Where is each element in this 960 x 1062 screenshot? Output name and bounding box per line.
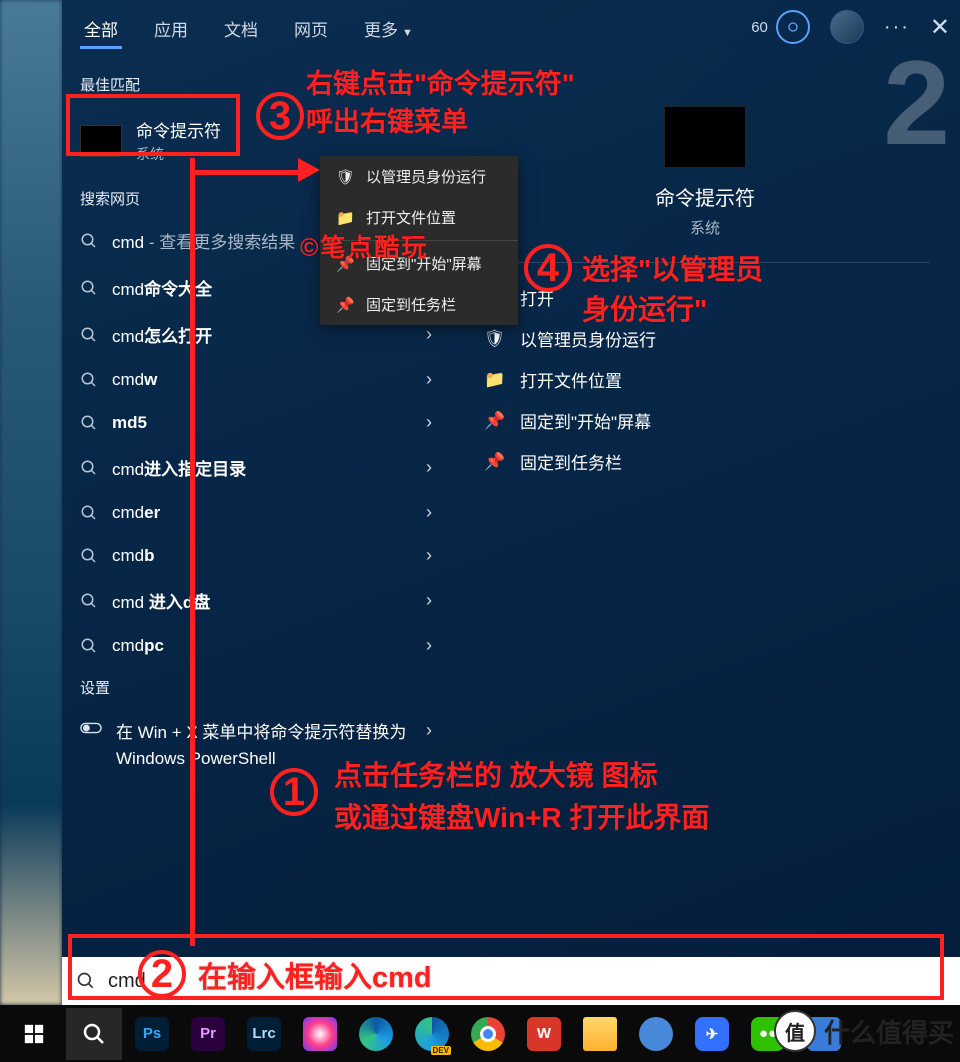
detail-title: 命令提示符 <box>480 182 930 211</box>
watermark-text: 什么值得买 <box>824 1013 954 1050</box>
taskbar-app-browser1[interactable] <box>294 1012 346 1056</box>
tab-web[interactable]: 网页 <box>290 2 332 55</box>
annotation-1-line1: 点击任务栏的 放大镜 图标 <box>334 754 658 794</box>
admin-icon: 🛡 <box>336 168 352 186</box>
pin-icon: 📌 <box>336 296 352 314</box>
web-result-8[interactable]: cmd 进入d盘 › <box>62 577 450 624</box>
annotation-4-line2: 身份运行" <box>582 288 707 328</box>
tab-more[interactable]: 更多▼ <box>360 2 417 55</box>
chevron-right-icon: › <box>426 545 432 566</box>
search-icon <box>80 371 98 389</box>
search-icon <box>82 1022 106 1046</box>
taskbar-app-photoshop[interactable]: Ps <box>126 1012 178 1056</box>
ctx-pin-taskbar[interactable]: 📌 固定到任务栏 <box>320 284 518 325</box>
step-1-badge: 1 <box>270 768 318 816</box>
chevron-right-icon: › <box>426 324 432 345</box>
chevron-right-icon: › <box>426 502 432 523</box>
annotation-3-line1: 右键点击"命令提示符" <box>306 62 575 101</box>
search-icon <box>80 547 98 565</box>
annotation-arrow-horizontal <box>195 170 305 175</box>
detail-cmd-icon <box>664 106 746 168</box>
chevron-right-icon: › <box>426 635 432 656</box>
chevron-right-icon: › <box>426 412 432 433</box>
annotation-4-line1: 选择"以管理员 <box>582 248 763 288</box>
action-open-location[interactable]: 📁 打开文件位置 <box>480 359 930 400</box>
step-badge-2: 2 <box>883 34 950 172</box>
step-3-badge: 3 <box>256 92 304 140</box>
tab-all[interactable]: 全部 <box>80 2 122 55</box>
taskbar-app-feishu[interactable]: ✈ <box>686 1012 738 1056</box>
chevron-right-icon: › <box>426 457 432 478</box>
search-icon <box>80 637 98 655</box>
tab-documents[interactable]: 文档 <box>220 2 262 55</box>
tab-apps[interactable]: 应用 <box>150 2 192 55</box>
search-icon <box>80 232 98 250</box>
section-settings: 设置 <box>62 667 450 706</box>
folder-icon: 📁 <box>336 209 352 227</box>
step-2-badge: 2 <box>138 950 186 998</box>
detail-column: 命令提示符 系统 ⬜ 打开 🛡 以管理员身份运行 📁 打开文件位置 📌 固定到"… <box>450 56 960 1005</box>
taskbar-app-premiere[interactable]: Pr <box>182 1012 234 1056</box>
search-icon <box>80 279 98 297</box>
arrow-head-icon <box>298 158 324 184</box>
chevron-right-icon: › <box>426 590 432 611</box>
user-avatar[interactable] <box>830 10 864 44</box>
action-pin-start[interactable]: 📌 固定到"开始"屏幕 <box>480 400 930 441</box>
annotation-2: 在输入框输入cmd <box>198 954 432 996</box>
web-result-5[interactable]: cmd进入指定目录 › <box>62 444 450 491</box>
watermark-badge: 值 <box>774 1010 816 1052</box>
web-result-6[interactable]: cmder › <box>62 491 450 534</box>
search-icon <box>80 414 98 432</box>
watermark-smzdm: 值 什么值得买 <box>774 1010 954 1052</box>
points-value: 60 <box>751 19 768 36</box>
rewards-badge-icon <box>776 10 810 44</box>
chevron-right-icon: › <box>426 369 432 390</box>
action-pin-taskbar[interactable]: 📌 固定到任务栏 <box>480 441 930 482</box>
taskbar-app-edge-dev[interactable]: DEV <box>406 1012 458 1056</box>
taskbar-app-chrome[interactable] <box>462 1012 514 1056</box>
taskbar-search-button[interactable] <box>66 1008 122 1060</box>
start-button[interactable] <box>6 1008 62 1060</box>
search-icon <box>80 592 98 610</box>
chevron-right-icon: › <box>426 720 432 741</box>
rewards-points[interactable]: 60 <box>751 10 810 44</box>
folder-icon: 📁 <box>484 370 504 390</box>
detail-subtitle: 系统 <box>480 217 930 238</box>
ctx-run-as-admin[interactable]: 🛡 以管理员身份运行 <box>320 156 518 197</box>
toggle-icon <box>80 722 102 734</box>
taskbar-app-wps[interactable]: W <box>518 1012 570 1056</box>
windows-icon <box>23 1023 45 1045</box>
annotation-center-watermark: ©笔点酷玩 <box>300 228 428 264</box>
step-4-badge: 4 <box>524 244 572 292</box>
web-result-3[interactable]: cmdw › <box>62 358 450 401</box>
annotation-arrow-vertical <box>190 158 195 946</box>
web-result-4[interactable]: md5 › <box>62 401 450 444</box>
taskbar-app-edge[interactable] <box>350 1012 402 1056</box>
taskbar-app-lightroom[interactable]: Lrc <box>238 1012 290 1056</box>
taskbar-app-explorer[interactable] <box>574 1012 626 1056</box>
chevron-down-icon: ▼ <box>402 27 413 39</box>
search-icon <box>80 326 98 344</box>
annotation-box-bestmatch <box>66 94 240 156</box>
pin-icon: 📌 <box>484 452 504 472</box>
search-icon <box>80 504 98 522</box>
web-result-7[interactable]: cmdb › <box>62 534 450 577</box>
admin-icon: 🛡 <box>484 329 504 349</box>
taskbar-app-generic1[interactable] <box>630 1012 682 1056</box>
annotation-1-line2: 或通过键盘Win+R 打开此界面 <box>334 796 709 836</box>
web-result-9[interactable]: cmdpc › <box>62 624 450 667</box>
annotation-3-line2: 呼出右键菜单 <box>306 100 468 139</box>
search-icon <box>80 459 98 477</box>
desktop-wallpaper <box>0 0 62 1005</box>
pin-icon: 📌 <box>484 411 504 431</box>
